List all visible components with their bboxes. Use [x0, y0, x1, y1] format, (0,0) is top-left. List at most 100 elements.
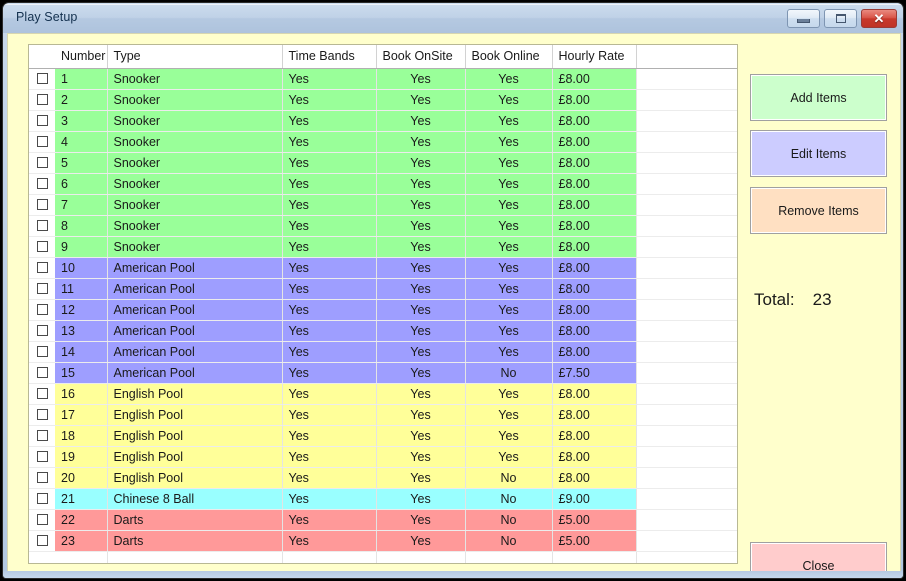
cell-type[interactable]: American Pool: [107, 299, 283, 321]
cell-book-onsite[interactable]: Yes: [376, 446, 466, 468]
table-row[interactable]: 15 American Pool Yes Yes No £7.50: [29, 362, 737, 384]
column-header-book-onsite[interactable]: Book OnSite: [376, 45, 466, 69]
table-row[interactable]: 18 English Pool Yes Yes Yes £8.00: [29, 425, 737, 447]
cell-time-bands[interactable]: Yes: [282, 425, 377, 447]
cell-time-bands[interactable]: Yes: [282, 299, 377, 321]
column-header-number[interactable]: Number: [55, 45, 108, 69]
row-checkbox[interactable]: [36, 367, 48, 379]
cell-book-onsite[interactable]: Yes: [376, 530, 466, 552]
cell-hourly-rate[interactable]: £8.00: [552, 68, 637, 90]
row-select-cell[interactable]: [29, 89, 55, 111]
cell-number[interactable]: 9: [55, 236, 108, 258]
row-checkbox[interactable]: [36, 178, 48, 190]
row-select-cell[interactable]: [29, 530, 55, 552]
cell-time-bands[interactable]: Yes: [282, 194, 377, 216]
close-button[interactable]: Close: [750, 542, 887, 572]
cell-number[interactable]: 21: [55, 488, 108, 510]
table-row[interactable]: 16 English Pool Yes Yes Yes £8.00: [29, 383, 737, 405]
cell-book-online[interactable]: Yes: [465, 215, 553, 237]
cell-type[interactable]: Darts: [107, 509, 283, 531]
cell-number[interactable]: 20: [55, 467, 108, 489]
cell-book-onsite[interactable]: Yes: [376, 236, 466, 258]
row-checkbox[interactable]: [36, 514, 48, 526]
cell-book-online[interactable]: No: [465, 488, 553, 510]
cell-type[interactable]: Snooker: [107, 110, 283, 132]
cell-type[interactable]: Snooker: [107, 236, 283, 258]
row-select-cell[interactable]: [29, 320, 55, 342]
cell-type[interactable]: English Pool: [107, 404, 283, 426]
cell-type[interactable]: Snooker: [107, 68, 283, 90]
cell-book-online[interactable]: Yes: [465, 110, 553, 132]
table-row[interactable]: 7 Snooker Yes Yes Yes £8.00: [29, 194, 737, 216]
cell-time-bands[interactable]: Yes: [282, 68, 377, 90]
cell-book-online[interactable]: No: [465, 362, 553, 384]
items-grid-container[interactable]: Number Type Time Bands Book OnSite Book …: [28, 44, 738, 564]
cell-hourly-rate[interactable]: £8.00: [552, 257, 637, 279]
column-header-book-online[interactable]: Book Online: [465, 45, 553, 69]
cell-book-online[interactable]: Yes: [465, 173, 553, 195]
cell-time-bands[interactable]: Yes: [282, 152, 377, 174]
new-row-cell-type[interactable]: [107, 551, 283, 563]
cell-number[interactable]: 4: [55, 131, 108, 153]
row-select-cell[interactable]: [29, 194, 55, 216]
new-row-cell-number[interactable]: [55, 551, 108, 563]
cell-book-onsite[interactable]: Yes: [376, 110, 466, 132]
cell-book-onsite[interactable]: Yes: [376, 89, 466, 111]
cell-number[interactable]: 7: [55, 194, 108, 216]
row-checkbox[interactable]: [36, 304, 48, 316]
cell-book-onsite[interactable]: Yes: [376, 404, 466, 426]
row-checkbox[interactable]: [36, 220, 48, 232]
row-checkbox[interactable]: [36, 325, 48, 337]
new-row-cell-book-onsite[interactable]: [376, 551, 466, 563]
table-row[interactable]: 6 Snooker Yes Yes Yes £8.00: [29, 173, 737, 195]
cell-hourly-rate[interactable]: £8.00: [552, 173, 637, 195]
table-row[interactable]: 17 English Pool Yes Yes Yes £8.00: [29, 404, 737, 426]
add-items-button[interactable]: Add Items: [750, 74, 887, 121]
cell-time-bands[interactable]: Yes: [282, 257, 377, 279]
cell-book-onsite[interactable]: Yes: [376, 152, 466, 174]
column-header-time-bands[interactable]: Time Bands: [282, 45, 377, 69]
row-select-cell[interactable]: [29, 173, 55, 195]
cell-hourly-rate[interactable]: £8.00: [552, 236, 637, 258]
cell-book-online[interactable]: No: [465, 467, 553, 489]
column-header-hourly-rate[interactable]: Hourly Rate: [552, 45, 637, 69]
row-select-cell[interactable]: [29, 215, 55, 237]
cell-type[interactable]: Snooker: [107, 131, 283, 153]
row-select-cell[interactable]: [29, 257, 55, 279]
cell-type[interactable]: American Pool: [107, 362, 283, 384]
row-select-cell[interactable]: [29, 152, 55, 174]
cell-book-online[interactable]: Yes: [465, 278, 553, 300]
cell-type[interactable]: Darts: [107, 530, 283, 552]
cell-number[interactable]: 15: [55, 362, 108, 384]
cell-number[interactable]: 23: [55, 530, 108, 552]
cell-time-bands[interactable]: Yes: [282, 173, 377, 195]
row-select-cell[interactable]: [29, 68, 55, 90]
row-select-cell[interactable]: [29, 425, 55, 447]
table-row[interactable]: 11 American Pool Yes Yes Yes £8.00: [29, 278, 737, 300]
table-row[interactable]: 5 Snooker Yes Yes Yes £8.00: [29, 152, 737, 174]
select-all-header[interactable]: [29, 45, 55, 69]
cell-number[interactable]: 10: [55, 257, 108, 279]
cell-book-onsite[interactable]: Yes: [376, 509, 466, 531]
cell-book-online[interactable]: Yes: [465, 131, 553, 153]
cell-hourly-rate[interactable]: £8.00: [552, 89, 637, 111]
cell-type[interactable]: Snooker: [107, 173, 283, 195]
cell-hourly-rate[interactable]: £8.00: [552, 446, 637, 468]
row-select-cell[interactable]: [29, 467, 55, 489]
cell-book-online[interactable]: Yes: [465, 404, 553, 426]
cell-book-onsite[interactable]: Yes: [376, 299, 466, 321]
cell-book-onsite[interactable]: Yes: [376, 68, 466, 90]
cell-time-bands[interactable]: Yes: [282, 467, 377, 489]
cell-book-onsite[interactable]: Yes: [376, 383, 466, 405]
cell-time-bands[interactable]: Yes: [282, 341, 377, 363]
column-header-type[interactable]: Type: [107, 45, 283, 69]
cell-book-onsite[interactable]: Yes: [376, 194, 466, 216]
cell-number[interactable]: 5: [55, 152, 108, 174]
row-select-cell[interactable]: [29, 110, 55, 132]
cell-number[interactable]: 1: [55, 68, 108, 90]
cell-hourly-rate[interactable]: £8.00: [552, 404, 637, 426]
row-select-cell[interactable]: [29, 488, 55, 510]
cell-number[interactable]: 17: [55, 404, 108, 426]
row-checkbox[interactable]: [36, 346, 48, 358]
cell-time-bands[interactable]: Yes: [282, 446, 377, 468]
